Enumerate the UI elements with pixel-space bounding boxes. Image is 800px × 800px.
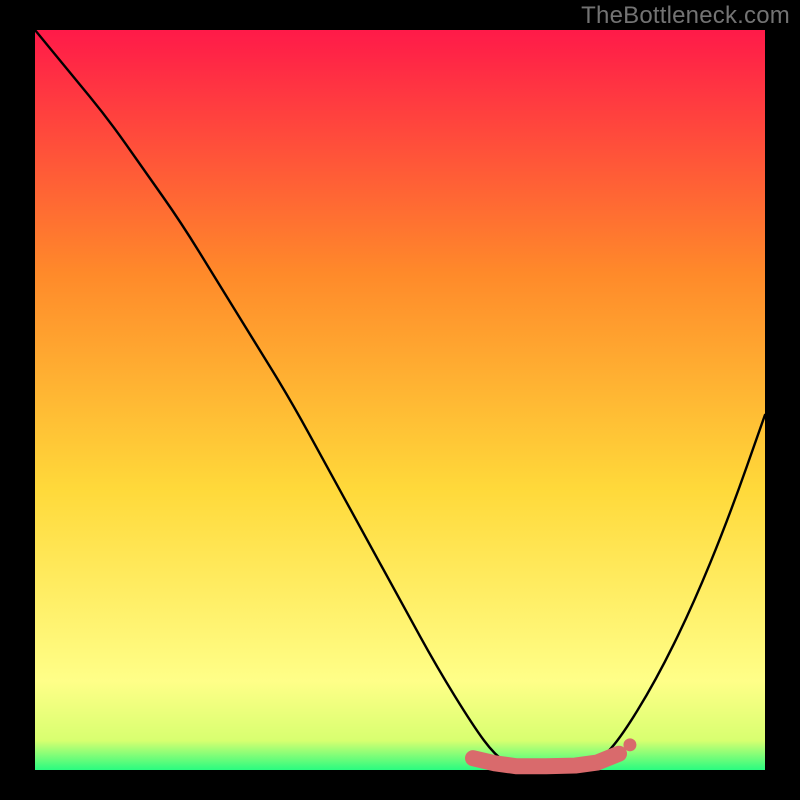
- gradient-background: [35, 30, 765, 770]
- watermark-text: TheBottleneck.com: [581, 2, 790, 30]
- bottleneck-chart: [0, 0, 800, 800]
- marker-end-dot: [623, 738, 636, 751]
- chart-frame: { "watermark": "TheBottleneck.com", "col…: [0, 0, 800, 800]
